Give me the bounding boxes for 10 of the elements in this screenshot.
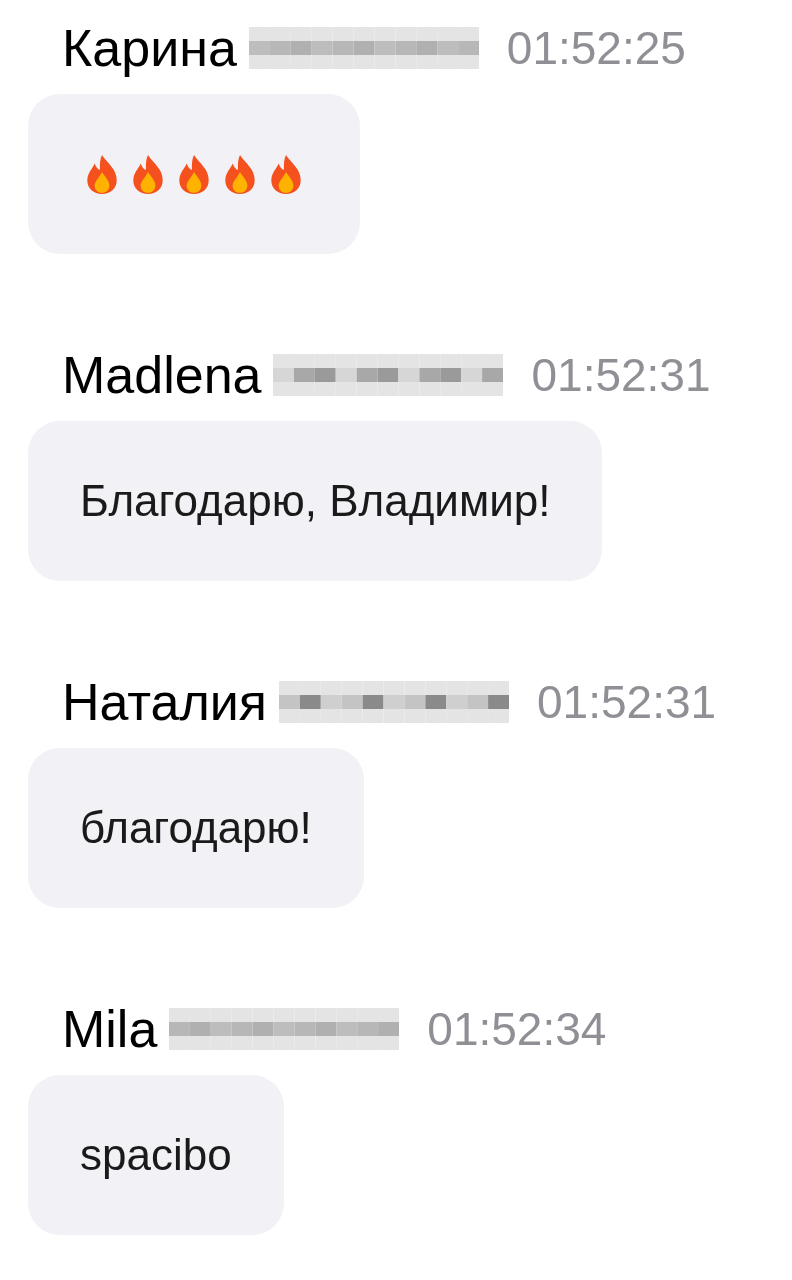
message-text: благодарю! — [80, 802, 312, 854]
message-text: spacibo — [80, 1129, 232, 1181]
author-name: Mila — [62, 1003, 158, 1055]
message-text: Благодарю, Владимир! — [80, 475, 551, 527]
message-time: 01:52:25 — [506, 25, 686, 71]
author-name: Наталия — [62, 676, 268, 728]
message-time: 01:52:31 — [531, 352, 711, 398]
author-name: Madlena — [62, 349, 262, 401]
message-time: 01:52:31 — [537, 679, 717, 725]
message-time: 01:52:34 — [427, 1006, 607, 1052]
